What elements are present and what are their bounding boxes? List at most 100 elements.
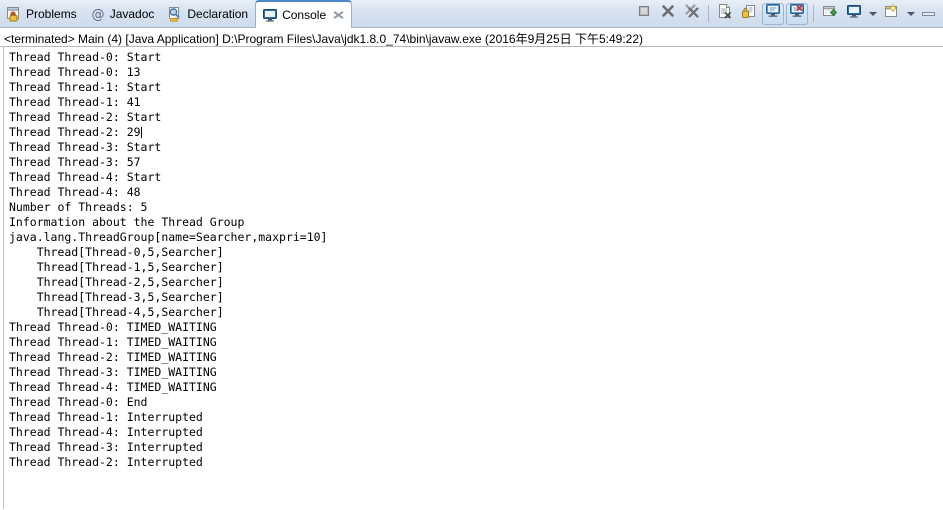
console-line-text: Thread Thread-0: End [9,395,148,409]
console-line: Thread Thread-3: Interrupted [9,440,943,455]
tab-declaration[interactable]: Declaration [161,0,255,28]
console-line-text: Thread Thread-2: TIMED_WAITING [9,350,217,364]
tab-javadoc[interactable]: @ Javadoc [84,0,162,28]
console-line: Thread Thread-4: 48 [9,185,943,200]
console-line-text: Thread[Thread-0,5,Searcher] [9,245,224,259]
console-line: Thread[Thread-1,5,Searcher] [9,260,943,275]
console-line: Thread Thread-1: 41 [9,95,943,110]
console-line-text: Thread Thread-2: Start [9,110,162,124]
console-line-text: Thread Thread-4: 48 [9,185,141,199]
tab-declaration-label: Declaration [187,7,249,21]
tab-problems-label: Problems [26,7,77,21]
console-line-text: Thread Thread-3: TIMED_WAITING [9,365,217,379]
view-tab-bar: Problems @ Javadoc Declaration Console [0,0,943,28]
console-line-text: Thread Thread-4: TIMED_WAITING [9,380,217,394]
console-line: Thread Thread-0: Start [9,50,943,65]
console-line: Thread Thread-3: TIMED_WAITING [9,365,943,380]
console-line-text: Number of Threads: 5 [9,200,148,214]
stop-square-icon [636,3,652,24]
console-line: Thread Thread-0: 13 [9,65,943,80]
open-console-dropdown-icon[interactable] [907,11,915,16]
console-line-text: Thread Thread-1: 41 [9,95,141,109]
console-line-text: Thread Thread-3: Interrupted [9,440,203,454]
console-line-text: Thread Thread-0: Start [9,50,162,64]
problems-icon [6,6,22,22]
console-line: Number of Threads: 5 [9,200,943,215]
console-line-text: Thread Thread-4: Interrupted [9,425,203,439]
javadoc-icon: @ [90,6,106,23]
console-line-text: Thread Thread-3: Start [9,140,162,154]
console-line-text: Thread Thread-2: Interrupted [9,455,203,469]
text-caret [140,127,142,138]
clear-document-icon [717,3,733,24]
console-line: Thread Thread-1: Interrupted [9,410,943,425]
display-selected-console-button[interactable] [843,3,865,25]
console-line: Thread Thread-2: TIMED_WAITING [9,350,943,365]
tab-list: Problems @ Javadoc Declaration Console [0,0,353,28]
remove-all-terminated-launches-button[interactable] [681,3,703,25]
console-line: Thread[Thread-2,5,Searcher] [9,275,943,290]
console-line-text: Thread Thread-1: Start [9,80,162,94]
console-line-text: Thread Thread-1: Interrupted [9,410,203,424]
display-console-dropdown-icon[interactable] [869,11,877,16]
console-line: Thread[Thread-3,5,Searcher] [9,290,943,305]
console-line-text: Thread[Thread-4,5,Searcher] [9,305,224,319]
pin-console-icon [822,3,838,24]
console-line-text: Thread[Thread-3,5,Searcher] [9,290,224,304]
terminate-button[interactable] [633,3,655,25]
console-line: java.lang.ThreadGroup[name=Searcher,maxp… [9,230,943,245]
console-line-text: java.lang.ThreadGroup[name=Searcher,maxp… [9,230,328,244]
console-line: Thread Thread-2: Interrupted [9,455,943,470]
console-line-text: Thread Thread-0: 13 [9,65,141,79]
console-line: Thread Thread-3: Start [9,140,943,155]
console-line: Thread[Thread-0,5,Searcher] [9,245,943,260]
console-line: Thread Thread-0: TIMED_WAITING [9,320,943,335]
scroll-lock-icon [741,3,757,24]
console-line: Thread Thread-3: 57 [9,155,943,170]
console-line-text: Thread[Thread-2,5,Searcher] [9,275,224,289]
console-line: Thread Thread-4: Interrupted [9,425,943,440]
double-x-icon [684,3,700,24]
console-line: Thread Thread-1: Start [9,80,943,95]
show-console-on-output-button[interactable] [762,2,784,25]
console-line-text: Thread Thread-1: TIMED_WAITING [9,335,217,349]
tab-close-icon[interactable] [333,10,344,21]
tab-javadoc-label: Javadoc [109,7,155,21]
minimize-view-icon[interactable] [922,11,935,16]
console-output-lines: Thread Thread-0: Start Thread Thread-0: 1… [0,50,943,470]
tab-problems[interactable]: Problems [0,0,84,28]
console-line-text: Thread Thread-0: TIMED_WAITING [9,320,217,334]
console-icon [262,7,278,23]
svg-text:@: @ [91,8,104,23]
console-line: Thread Thread-4: TIMED_WAITING [9,380,943,395]
console-line-text: Information about the Thread Group [9,215,245,229]
console-line-text: Thread[Thread-1,5,Searcher] [9,260,224,274]
remove-launch-button[interactable] [657,3,679,25]
console-line-text: Thread Thread-4: Start [9,170,162,184]
tab-console-label: Console [282,8,327,22]
open-console-icon [884,3,900,24]
console-output-area[interactable]: Thread Thread-0: Start Thread Thread-0: 1… [0,47,943,509]
console-line: Thread Thread-2: 29 [9,125,943,140]
console-line: Thread Thread-1: TIMED_WAITING [9,335,943,350]
display-console-icon [846,3,862,24]
console-line: Thread Thread-0: End [9,395,943,410]
console-line-text: Thread Thread-3: 57 [9,155,141,169]
console-launch-header: <terminated> Main (4) [Java Application]… [0,28,943,47]
clear-console-button[interactable] [714,3,736,25]
tab-console[interactable]: Console [255,0,353,28]
x-icon [660,3,676,24]
show-console-on-error-button[interactable] [786,2,808,25]
console-stderr-icon [789,3,805,24]
console-toolbar [632,0,943,27]
open-console-button[interactable] [881,3,903,25]
toolbar-separator [708,5,709,22]
tabbar-spacer [352,0,632,27]
console-stdout-icon [765,3,781,24]
console-line: Information about the Thread Group [9,215,943,230]
pin-console-button[interactable] [819,3,841,25]
console-line: Thread Thread-2: Start [9,110,943,125]
declaration-icon [167,6,183,23]
scroll-lock-button[interactable] [738,3,760,25]
console-line: Thread[Thread-4,5,Searcher] [9,305,943,320]
